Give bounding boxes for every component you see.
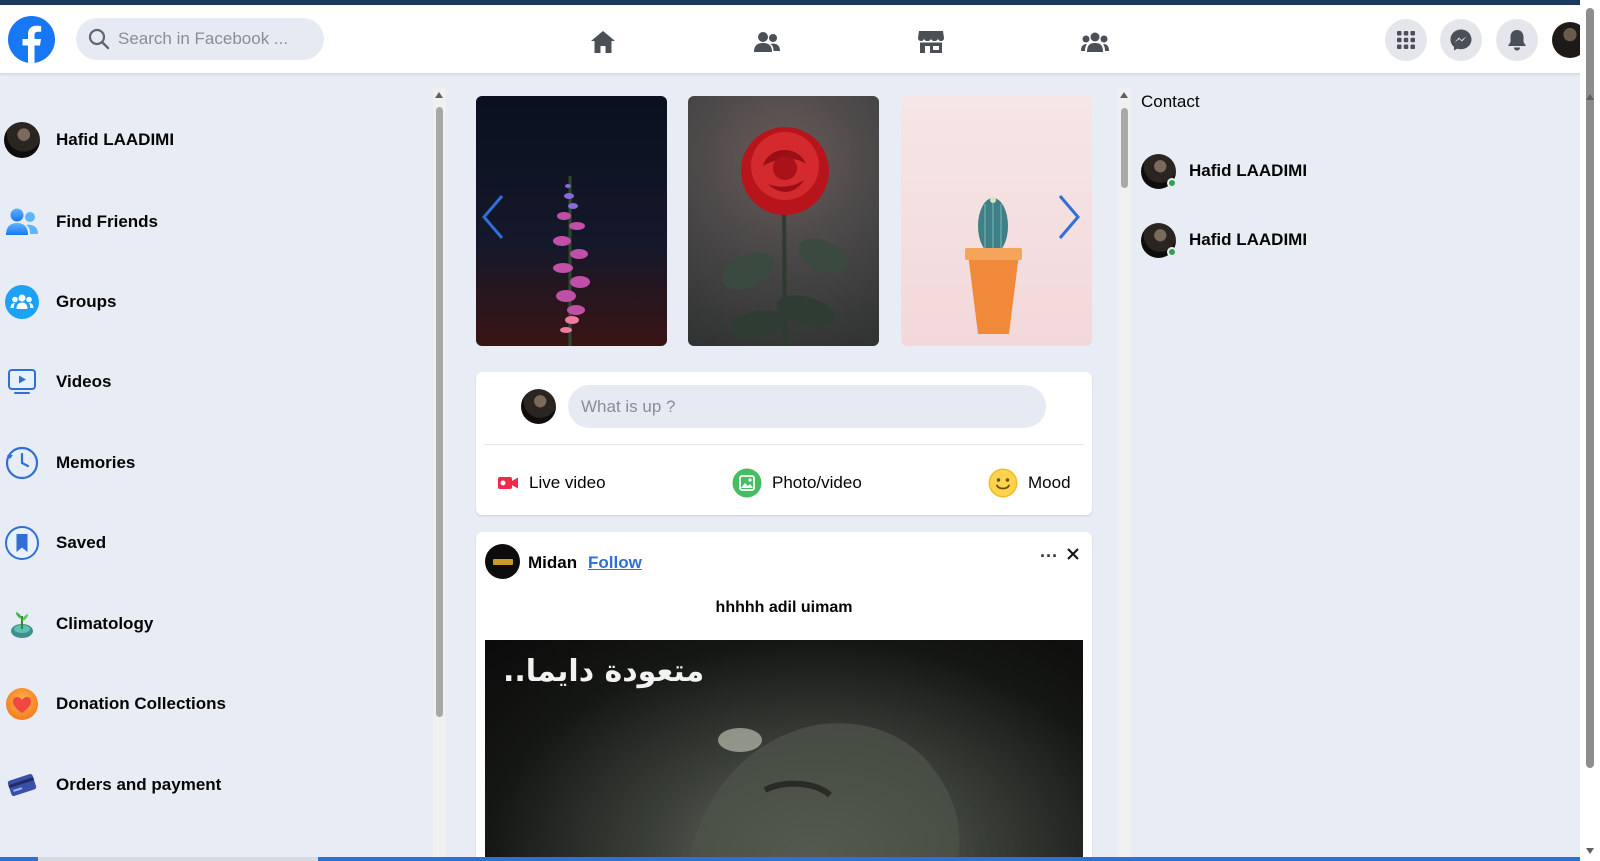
contacts-panel: Contact Hafid LAADIMI Hafid LAADIMI — [1131, 88, 1569, 861]
contact-name: Hafid LAADIMI — [1189, 161, 1308, 180]
search-box — [76, 18, 324, 60]
sidebar-item-label: Memories — [56, 453, 136, 472]
feed-scrollbar[interactable] — [1118, 88, 1131, 861]
feed-post: Midan Follow ··· hhhhh adil uimam متعودة… — [476, 532, 1092, 861]
left-sidebar-scrollbar[interactable] — [433, 88, 446, 861]
follow-link[interactable]: Follow — [588, 553, 642, 573]
bell-icon — [1508, 30, 1526, 51]
nav-friends[interactable] — [732, 21, 802, 63]
sidebar-item-label: Find Friends — [56, 212, 158, 231]
sidebar-item-donation-collections[interactable]: Donation Collections — [0, 682, 420, 726]
groups-icon — [2, 282, 42, 322]
clock-icon — [2, 443, 42, 483]
online-status-dot — [1167, 178, 1177, 188]
avatar[interactable] — [485, 544, 520, 579]
sidebar-item-groups[interactable]: Groups — [0, 280, 420, 324]
live-video-button[interactable]: Live video — [497, 468, 606, 498]
divider — [484, 444, 1084, 445]
messenger-icon — [1450, 29, 1472, 51]
post-composer: Live video Photo/video Mood — [476, 372, 1092, 515]
card-icon — [2, 765, 42, 805]
sidebar-item-climatology[interactable]: Climatology — [0, 602, 420, 646]
contact-item[interactable]: Hafid LAADIMI — [1141, 153, 1541, 189]
sidebar-item-saved[interactable]: Saved — [0, 521, 420, 565]
sidebar-item-orders-payment[interactable]: Orders and payment — [0, 763, 420, 807]
sidebar-item-label: Climatology — [56, 614, 154, 633]
story-card[interactable] — [688, 96, 879, 346]
sidebar-item-label: Saved — [56, 533, 107, 552]
bottom-edge-bar — [0, 857, 1580, 861]
sidebar-item-profile[interactable]: Hafid LAADIMI — [0, 118, 420, 162]
photo-video-button[interactable]: Photo/video — [732, 468, 862, 498]
chevron-right-icon[interactable] — [1056, 194, 1082, 240]
menu-button[interactable] — [1385, 19, 1427, 61]
sidebar-item-label: Hafid LAADIMI — [56, 130, 175, 149]
sidebar-item-label: Donation Collections — [56, 694, 226, 713]
top-header — [0, 5, 1588, 73]
bottom-bar-segment — [0, 857, 38, 861]
plant-icon — [2, 604, 42, 644]
sidebar-item-memories[interactable]: Memories — [0, 441, 420, 485]
scrollbar-thumb[interactable] — [1121, 108, 1128, 188]
post-media[interactable]: متعودة دايما.. — [485, 640, 1083, 861]
action-label: Live video — [529, 473, 606, 492]
bottom-bar-segment — [318, 857, 1580, 861]
sidebar-item-videos[interactable]: Videos — [0, 360, 420, 404]
messenger-button[interactable] — [1440, 19, 1482, 61]
facebook-logo-icon[interactable] — [8, 16, 55, 63]
smiley-icon — [988, 468, 1018, 498]
scrollbar-thumb[interactable] — [436, 107, 443, 717]
scrollbar-thumb[interactable] — [1586, 8, 1594, 768]
page-scrollbar[interactable] — [1580, 0, 1600, 861]
notifications-button[interactable] — [1496, 19, 1538, 61]
avatar — [521, 389, 556, 424]
avatar — [4, 122, 40, 158]
bookmark-icon — [2, 523, 42, 563]
contact-name: Hafid LAADIMI — [1189, 230, 1308, 249]
photo-icon — [732, 468, 762, 498]
sidebar-item-label: Groups — [56, 292, 117, 311]
sidebar-item-find-friends[interactable]: Find Friends — [0, 200, 420, 244]
close-icon[interactable] — [1067, 548, 1079, 560]
friends-icon — [2, 202, 42, 242]
search-icon — [88, 28, 110, 50]
post-text: hhhhh adil uimam — [715, 599, 853, 616]
post-author[interactable]: Midan — [528, 553, 577, 573]
sidebar-item-label: Videos — [56, 372, 112, 391]
action-label: Photo/video — [772, 473, 862, 492]
contacts-title: Contact — [1141, 92, 1200, 111]
nav-home[interactable] — [568, 21, 638, 63]
stories-carousel — [476, 96, 1092, 346]
video-icon — [2, 362, 42, 402]
scroll-up-arrow-icon[interactable] — [435, 92, 443, 98]
search-input[interactable] — [118, 18, 314, 60]
contact-item[interactable]: Hafid LAADIMI — [1141, 222, 1541, 258]
heart-icon — [2, 684, 42, 724]
marketplace-icon — [918, 31, 944, 53]
left-sidebar: Hafid LAADIMI Find Friends Groups Videos… — [0, 88, 430, 861]
more-options-icon[interactable]: ··· — [1040, 546, 1058, 567]
action-label: Mood — [1028, 473, 1071, 492]
home-icon — [591, 31, 615, 53]
nav-groups[interactable] — [1060, 21, 1130, 63]
friends-icon — [754, 32, 780, 52]
nav-marketplace[interactable] — [896, 21, 966, 63]
scroll-up-arrow-icon[interactable] — [1120, 92, 1128, 98]
status-input[interactable] — [568, 385, 1046, 428]
profile-avatar-icon — [2, 120, 42, 160]
live-video-icon — [498, 477, 518, 489]
scroll-up-arrow-icon[interactable] — [1586, 94, 1594, 100]
chevron-left-icon[interactable] — [480, 194, 506, 240]
scroll-down-arrow-icon[interactable] — [1586, 848, 1594, 854]
menu-grid-icon — [1397, 31, 1415, 49]
groups-icon — [1081, 32, 1109, 52]
online-status-dot — [1167, 247, 1177, 257]
mood-button[interactable]: Mood — [988, 468, 1071, 498]
sidebar-item-label: Orders and payment — [56, 775, 222, 794]
